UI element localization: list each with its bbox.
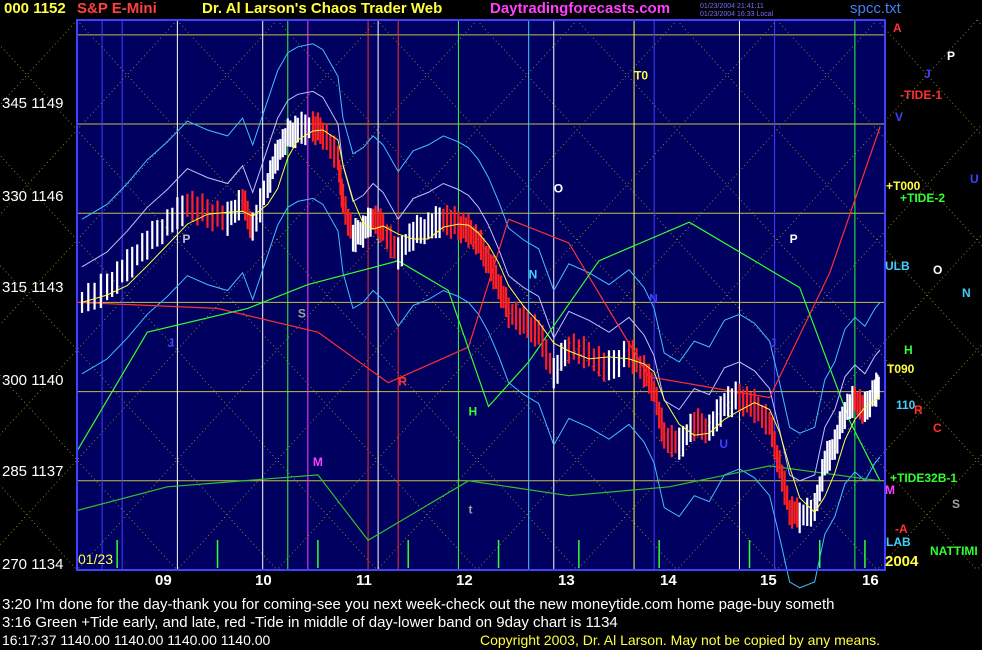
chart-annotation: O — [554, 181, 563, 195]
lattice-line — [976, 19, 982, 27]
x-tick-label: 14 — [660, 572, 677, 589]
date-label: 01/23 — [78, 551, 114, 567]
chart-annotation: U — [719, 437, 728, 451]
chart-plot: T0OP PSNNRHMJ JtUPJ-TIDE-1VU+T000+TIDE-2UL… — [0, 19, 982, 589]
side-label: NATTIMI — [930, 544, 978, 558]
plot-area — [77, 20, 885, 570]
chart-annotation: T0 — [634, 68, 648, 82]
side-label: S — [952, 497, 960, 511]
chart-annotation: J — [770, 336, 777, 350]
side-label: M — [885, 483, 895, 497]
x-tick-label: 09 — [155, 572, 172, 589]
y-tick-label: 300 1140 — [2, 372, 64, 389]
chart-annotation: R — [398, 375, 407, 389]
side-label: C — [933, 421, 942, 435]
chart-annotation: M — [313, 455, 323, 469]
chart-annotation: S — [298, 306, 306, 320]
x-tick-label: 12 — [456, 572, 473, 589]
y-tick-label: 285 1137 — [2, 463, 64, 480]
chart-annotation: P — [790, 232, 798, 246]
copyright: Copyright 2003, Dr. Al Larson. May not b… — [480, 632, 881, 648]
side-label: T090 — [887, 362, 915, 376]
side-label: P — [947, 49, 955, 63]
chart-window: { "header": { "symbol": "S&P E-Mini", "t… — [0, 0, 982, 650]
y-tick-label: 345 1149 — [2, 95, 64, 112]
side-label: 110 — [896, 398, 916, 412]
x-tick-label: 16 — [862, 572, 879, 589]
chart-title: Dr. Al Larson's Chaos Trader Web — [202, 0, 443, 17]
x-tick-label: 13 — [558, 572, 575, 589]
x-tick-label: 15 — [760, 572, 777, 589]
side-label: -TIDE-1 — [900, 88, 942, 102]
side-label: V — [895, 110, 903, 124]
data-file-label: spcc.txt — [850, 0, 901, 17]
y-tick-label: 315 1143 — [2, 279, 64, 296]
x-tick-label: 11 — [356, 572, 372, 589]
timestamp-gmt: 01/23/2004 21:41:11 — [700, 3, 764, 10]
side-label: N — [962, 286, 971, 300]
site-link[interactable]: Daytradingforecasts.com — [490, 0, 670, 17]
quote-line: 16:17:37 1140.00 1140.00 1140.00 1140.00 — [2, 632, 271, 648]
lattice-line — [976, 563, 982, 571]
symbol-title: S&P E-Mini — [77, 0, 157, 17]
side-label: R — [914, 403, 923, 417]
message-line: 3:20 I'm done for the day-thank you for … — [2, 596, 835, 613]
y-tick-label: 270 1134 — [2, 556, 64, 573]
chart-annotation: N — [649, 291, 658, 305]
chart-annotation: t — [468, 503, 472, 517]
chart-annotation: N — [529, 268, 538, 282]
side-label: ULB — [885, 259, 910, 273]
side-label: -A — [895, 522, 908, 536]
chart-annotation: H — [468, 404, 477, 418]
x-tick-label: 10 — [255, 572, 272, 589]
chart-annotation: J — [167, 336, 174, 350]
side-label: +TIDE32B-1 — [890, 471, 957, 485]
side-label: U — [970, 172, 979, 186]
chart-annotation: P — [182, 232, 190, 246]
year-label: 2004 — [885, 553, 919, 570]
side-label: O — [933, 263, 942, 277]
price-top-label: 000 1152 — [4, 0, 66, 17]
y-tick-label: 330 1146 — [2, 188, 64, 205]
side-label: H — [904, 343, 913, 357]
side-label: A — [893, 21, 902, 35]
side-label: +TIDE-2 — [900, 191, 945, 205]
side-label: J — [924, 67, 931, 81]
side-label: LAB — [886, 535, 911, 549]
message-line: 3:16 Green +Tide early, and late, red -T… — [2, 614, 618, 631]
timestamp-local: 01/23/2004 16:33 Local — [700, 11, 774, 18]
